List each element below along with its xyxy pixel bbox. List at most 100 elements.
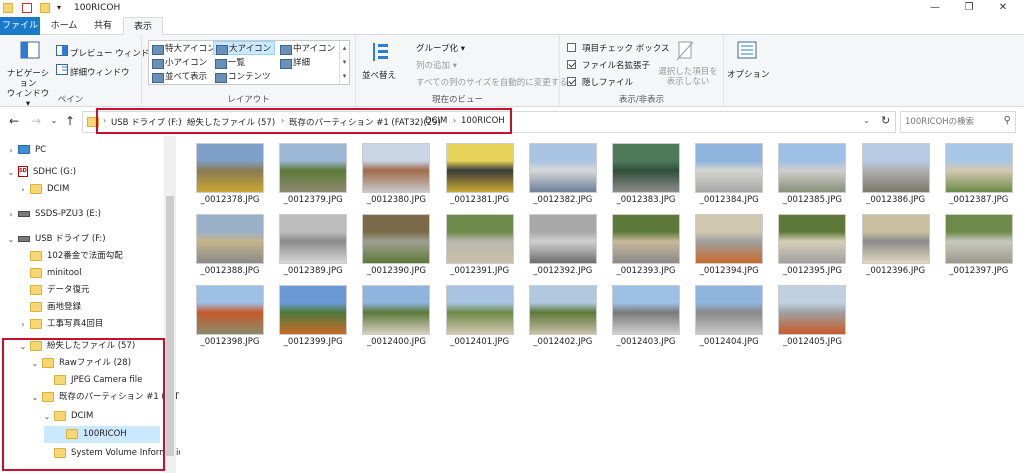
tree-item[interactable]: › 工事写真4回目 [0, 316, 160, 333]
tree-item[interactable]: › SSDS-PZU3 (E:) [0, 206, 160, 223]
file-item[interactable]: _0012386.JPG [858, 138, 934, 206]
hidden-items-checkbox[interactable] [567, 77, 576, 86]
file-item[interactable]: _0012383.JPG [608, 138, 684, 206]
address-dropdown-button[interactable]: ⌄ [863, 116, 870, 125]
tree-item[interactable]: › DCIM [0, 181, 160, 198]
tree-item[interactable]: ⌄ 紛失したファイル (57) [0, 338, 160, 355]
tree-item[interactable]: ⌄ USB ドライブ (F:) [0, 231, 160, 248]
file-extensions-checkbox[interactable] [567, 60, 576, 69]
tree-item[interactable]: データ復元 [0, 282, 160, 299]
file-item[interactable]: _0012393.JPG [608, 209, 684, 277]
layout-scroll-down-icon[interactable]: ▴ ▾ ▾ [339, 41, 349, 84]
back-button[interactable]: ← [6, 113, 22, 129]
customize-quick-access-icon[interactable]: ▾ [57, 3, 67, 13]
close-button[interactable]: ✕ [986, 0, 1020, 17]
tree-item[interactable]: › PC [0, 142, 160, 159]
tree-item[interactable]: ⌄ Rawファイル (28) [0, 355, 160, 372]
file-item[interactable]: _0012385.JPG [774, 138, 850, 206]
chevron-right-icon[interactable]: › [18, 181, 28, 198]
file-item[interactable]: _0012379.JPG [275, 138, 351, 206]
breadcrumb-100ricoh[interactable]: 100RICOH [461, 116, 505, 126]
layout-details[interactable]: 詳細 [278, 56, 310, 70]
layout-tiles[interactable]: 並べて表示 [150, 70, 207, 84]
file-item[interactable]: _0012380.JPG [358, 138, 434, 206]
navigation-scrollbar[interactable] [164, 136, 176, 473]
layout-list[interactable]: 一覧 [213, 56, 245, 70]
tree-item[interactable]: 102番金で法面勾配 [0, 248, 160, 265]
refresh-icon[interactable]: ↻ [881, 114, 890, 127]
file-item[interactable]: _0012399.JPG [275, 280, 351, 348]
chevron-right-icon[interactable]: › [18, 316, 28, 333]
navigation-pane-icon [20, 41, 40, 59]
address-bar[interactable]: › USB ドライブ (F:) › 紛失したファイル (57) › 既存のパーテ… [82, 111, 896, 133]
tree-item[interactable]: System Volume Information [0, 445, 189, 462]
item-checkboxes-checkbox[interactable] [567, 43, 576, 52]
file-item[interactable]: _0012401.JPG [442, 280, 518, 348]
group-by-button[interactable]: グループ化 ▾ [416, 42, 465, 54]
breadcrumb-dcim[interactable]: DCIM [425, 116, 447, 126]
sort-button[interactable]: 並べ替え [362, 69, 396, 81]
minimize-button[interactable]: — [918, 0, 952, 17]
new-folder-icon[interactable] [40, 3, 50, 13]
up-button[interactable]: ↑ [62, 113, 78, 129]
layout-large-icons[interactable]: 大アイコン [213, 41, 275, 55]
tree-item[interactable]: ⌄ SDHC (G:) [0, 163, 160, 181]
chevron-down-icon[interactable]: ⌄ [42, 408, 52, 425]
file-item[interactable]: _0012390.JPG [358, 209, 434, 277]
search-box[interactable]: ⚲ [900, 111, 1016, 133]
search-icon[interactable]: ⚲ [1004, 115, 1011, 126]
chevron-down-icon[interactable]: ⌄ [6, 231, 16, 248]
chevron-down-icon[interactable]: ⌄ [30, 355, 40, 372]
maximize-button[interactable]: ❐ [952, 0, 986, 17]
file-item[interactable]: _0012392.JPG [525, 209, 601, 277]
tree-item[interactable]: JPEG Camera file [0, 372, 160, 389]
photo-thumbnail [362, 143, 431, 193]
file-name: _0012403.JPG [616, 337, 676, 347]
file-item[interactable]: _0012405.JPG [774, 280, 850, 348]
layout-medium-icons[interactable]: 中アイコン [278, 42, 335, 56]
breadcrumb-usb-drive[interactable]: USB ドライブ (F:) [111, 116, 182, 128]
file-item[interactable]: _0012384.JPG [691, 138, 767, 206]
file-item[interactable]: _0012388.JPG [192, 209, 268, 277]
tab-file[interactable]: ファイル [0, 17, 40, 35]
chevron-down-icon[interactable]: ⌄ [6, 164, 16, 181]
file-item[interactable]: _0012400.JPG [358, 280, 434, 348]
file-item[interactable]: _0012396.JPG [858, 209, 934, 277]
tab-home[interactable]: ホーム [44, 17, 84, 35]
layout-content[interactable]: コンテンツ [213, 70, 271, 84]
file-item[interactable]: _0012397.JPG [941, 209, 1017, 277]
chevron-right-icon[interactable]: › [6, 142, 16, 159]
layout-small-icons[interactable]: 小アイコン [150, 56, 207, 70]
photo-thumbnail [445, 285, 514, 335]
file-item[interactable]: _0012394.JPG [691, 209, 767, 277]
chevron-right-icon[interactable]: › [6, 206, 16, 223]
tree-item[interactable]: ⌄ 既存のパーティション #1 (FAT32) [0, 389, 193, 406]
file-item[interactable]: _0012378.JPG [192, 138, 268, 206]
file-item[interactable]: _0012381.JPG [442, 138, 518, 206]
file-item[interactable]: _0012382.JPG [525, 138, 601, 206]
tab-view[interactable]: 表示 [123, 17, 163, 36]
tree-item[interactable]: 画地登録 [0, 299, 160, 316]
file-item[interactable]: _0012387.JPG [941, 138, 1017, 206]
tree-item[interactable]: 100RICOH [44, 426, 160, 443]
tree-item[interactable]: ⌄ DCIM [0, 408, 160, 425]
details-pane-button[interactable]: 詳細ウィンドウ [70, 66, 130, 78]
layout-extra-large-icons[interactable]: 特大アイコン [150, 42, 216, 56]
file-item[interactable]: _0012389.JPG [275, 209, 351, 277]
file-item[interactable]: _0012404.JPG [691, 280, 767, 348]
chevron-down-icon[interactable]: ⌄ [18, 338, 28, 355]
properties-icon[interactable] [22, 3, 32, 13]
tree-item[interactable]: minitool [0, 265, 160, 282]
file-item[interactable]: _0012395.JPG [774, 209, 850, 277]
scrollbar-thumb[interactable] [166, 196, 174, 456]
file-item[interactable]: _0012402.JPG [525, 280, 601, 348]
recent-locations-button[interactable]: ⌄ [46, 113, 62, 129]
file-item[interactable]: _0012398.JPG [192, 280, 268, 348]
options-button[interactable]: オプション [727, 68, 770, 80]
file-item[interactable]: _0012403.JPG [608, 280, 684, 348]
search-input[interactable] [905, 115, 995, 129]
tab-share[interactable]: 共有 [86, 17, 120, 35]
chevron-down-icon[interactable]: ⌄ [30, 389, 40, 406]
file-item[interactable]: _0012391.JPG [442, 209, 518, 277]
breadcrumb-lost-files[interactable]: 紛失したファイル (57) [187, 116, 275, 128]
